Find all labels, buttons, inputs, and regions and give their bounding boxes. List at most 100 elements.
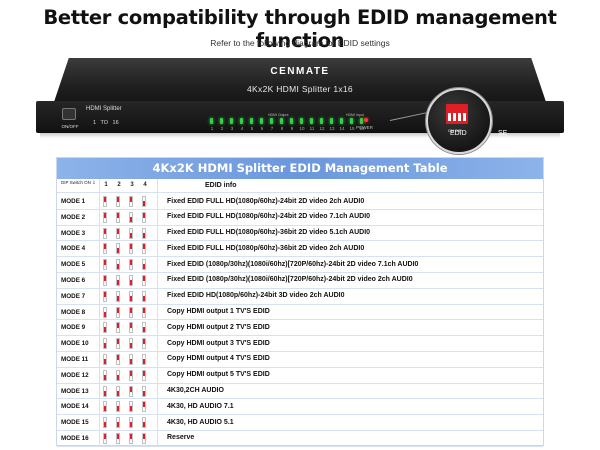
output-led [260,118,263,124]
table-row: MODE 12 Copy HDMI output 5 TV'S EDID [57,368,543,384]
dip-switch-icon [116,417,120,429]
dip-switch-icon [116,385,120,397]
edid-description: Copy HDMI output 4 TV'S EDID [167,355,270,363]
output-led [330,118,333,124]
output-caption: HDMI Output [268,113,289,117]
dip-switch-icon [103,274,107,286]
edid-description: 4K30,2CH AUDIO [167,387,224,395]
edid-description: Fixed EDID FULL HD(1080p/60hz)-24bit 2D … [167,197,365,205]
dip-switch-icon [129,417,133,429]
output-led [280,118,283,124]
dip-switch-icon [103,432,107,444]
edid-description: Fixed EDID FULL HD(1080p/60hz)-36bit 2D … [167,244,365,252]
table-row: MODE 8 Copy HDMI output 1 TV'S EDID [57,305,543,321]
dip-switch-icon [142,290,146,302]
dip-switch-icon [129,196,133,207]
dip-switch-icon [116,306,120,318]
dip-switch-icon [103,385,107,397]
output-led-number: 6 [260,126,264,131]
mode-label: MODE 6 [61,276,86,284]
table-row: MODE 14 4K30, HD AUDIO 7.1 [57,399,543,416]
edid-description: 4K30, HD AUDIO 7.1 [167,402,234,410]
dip-switch-icon [129,338,133,350]
mode-label: MODE 4 [61,245,86,253]
edid-description: Fixed EDID FULL HD(1080p/60hz)-36bit 2D … [167,229,371,237]
edid-description: Fixed EDID FULL HD(1080p/60hz)-24bit 2D … [167,213,371,221]
table-row: MODE 2 Fixed EDID FULL HD(1080p/60hz)-24b… [57,210,543,226]
mode-label: MODE 12 [61,371,89,379]
output-led [290,118,293,124]
edid-description: Reserve [167,434,195,442]
dip-switch-4 [463,107,466,121]
dip-switch-icon [129,353,133,365]
dip-switch-icon [116,432,120,444]
dip-switch-icon [129,274,133,286]
output-led-number: 11 [309,126,315,131]
mode-label: MODE 8 [61,308,86,316]
output-led-number: 8 [280,126,284,131]
table-title: 4Kx2K HDMI Splitter EDID Management Tabl… [57,158,543,179]
dip-switch-icon [129,211,133,223]
table-row: MODE 10 Copy HDMI output 3 TV'S EDID [57,336,543,352]
power-switch [62,108,76,120]
mode-label: MODE 1 [61,198,86,205]
dip-switch-icon [116,243,120,255]
hdmi-splitter-label: HDMI Splitter [86,106,122,112]
dip-switch-icon [116,353,120,365]
output-led [210,118,213,124]
output-led [220,118,223,124]
output-led [270,118,273,124]
output-led-row [210,118,363,124]
dip-switch-2 [453,107,456,121]
dip-switch-icon [103,211,107,223]
dip-switch-icon [103,243,107,255]
dip-switch-icon [116,338,120,350]
output-led-number: 14 [339,126,345,131]
header-switch-2: 2 [117,182,121,188]
edid-description: Fixed EDID (1080p/30hz)(1080i/60hz)[720P… [167,260,419,268]
dip-switch-icon [116,369,120,381]
output-led-number: 12 [319,126,325,131]
mode-label: MODE 13 [61,387,89,395]
table-row: MODE 7 Fixed EDID HD(1080p/60hz)-24bit 3D… [57,289,543,305]
dip-switch-icon [142,369,146,381]
dip-switch-icon [129,243,133,255]
header-switch-3: 3 [130,182,134,188]
dip-switch-icon [129,306,133,318]
output-led-number: 3 [230,126,234,131]
dip-switch-icon [103,259,107,271]
output-led [360,118,363,124]
dip-switch-3 [458,107,461,121]
power-switch-label: ON/OFF [61,124,79,129]
dip-switch-icon [129,401,133,413]
dip-switch-icon [142,274,146,286]
edid-description: Fixed EDID HD(1080p/60hz)-24bit 3D video… [167,292,345,300]
mode-label: MODE 5 [61,261,86,269]
output-led [300,118,303,124]
device-brand: CENMATE [270,66,330,77]
splitter-device: CENMATE 4Kx2K HDMI Splitter 1x16 ON/OFF … [0,0,600,160]
table-row: MODE 15 4K30, HD AUDIO 5.1 [57,415,543,431]
dip-switch-icon [103,417,107,429]
mode-label: MODE 9 [61,324,86,332]
dip-switch-icon [142,259,146,271]
dip-switch-icon [129,259,133,271]
dip-switch-icon [116,196,120,207]
header-switch-1: 1 [104,182,108,188]
output-led-numbers: 1 2 3 4 5 6 7 8 9 10 11 12 13 14 15 16 [207,126,367,131]
dip-switch-icon [142,196,146,207]
output-led-number: 1 [210,126,214,131]
output-led [340,118,343,124]
dip-switch-icon [103,196,107,207]
dip-switch-icon [103,290,107,302]
mode-label: MODE 16 [61,434,89,442]
dip-switch-icon [116,227,120,239]
edid-description: 4K30, HD AUDIO 5.1 [167,418,234,426]
mode-label: MODE 2 [61,213,86,221]
device-model: 4Kx2K HDMI Splitter 1x16 [247,84,353,94]
dip-switch-icon [103,322,107,334]
dip-switch-icon [142,227,146,239]
dip-switch-icon [129,369,133,381]
dip-switch-icon [116,401,120,413]
edid-description: Copy HDMI output 3 TV'S EDID [167,339,270,347]
